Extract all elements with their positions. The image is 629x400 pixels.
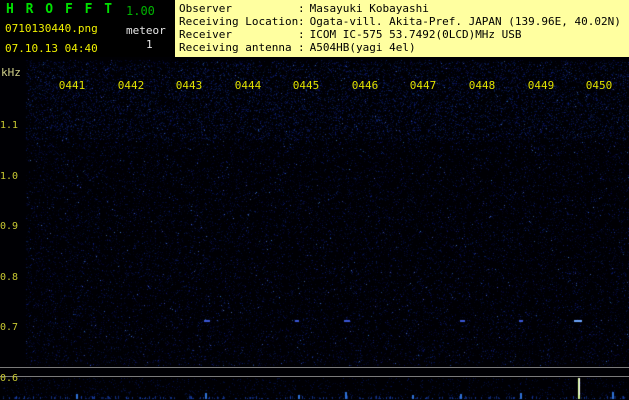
info-value: Ogata-vill. Akita-Pref. JAPAN (139.96E, … — [310, 15, 621, 28]
y-tick-label: 1.1 — [0, 120, 18, 131]
info-value: ICOM IC-575 53.7492(0LCD)MHz USB — [310, 28, 522, 41]
x-tick-label: 0441 — [54, 79, 90, 92]
info-colon: : — [298, 15, 305, 28]
output-filename: 0710130440.png — [5, 22, 98, 35]
info-label: Observer — [179, 2, 298, 15]
app-title: H R O F F T — [6, 2, 114, 17]
x-tick-label: 0446 — [347, 79, 383, 92]
separator-line-upper — [0, 367, 629, 368]
info-label: Receiver — [179, 28, 298, 41]
meteor-mode-label: meteor — [126, 24, 166, 37]
info-label: Receiving Location — [179, 15, 298, 28]
x-tick-label: 0444 — [230, 79, 266, 92]
info-colon: : — [298, 2, 305, 15]
info-value: A504HB(yagi 4el) — [310, 41, 416, 54]
header-info-panel: Observer: Masayuki Kobayashi Receiving Lo… — [175, 0, 629, 57]
y-tick-label: 0.9 — [0, 221, 18, 232]
info-row-receiver: Receiver: ICOM IC-575 53.7492(0LCD)MHz US… — [175, 28, 629, 41]
y-tick-label: 0.6 — [0, 373, 18, 384]
x-tick-label: 0450 — [581, 79, 617, 92]
x-tick-label: 0445 — [288, 79, 324, 92]
info-colon: : — [298, 41, 305, 54]
app-version: 1.00 — [126, 4, 155, 18]
x-tick-label: 0448 — [464, 79, 500, 92]
x-tick-label: 0442 — [113, 79, 149, 92]
info-row-location: Receiving Location: Ogata-vill. Akita-Pre… — [175, 15, 629, 28]
info-row-observer: Observer: Masayuki Kobayashi — [175, 2, 629, 15]
y-tick-label: 0.8 — [0, 272, 18, 283]
x-tick-label: 0443 — [171, 79, 207, 92]
y-axis-unit-label: kHz — [1, 66, 21, 79]
x-tick-label: 0447 — [405, 79, 441, 92]
info-colon: : — [298, 28, 305, 41]
header-left: H R O F F T 1.00 0710130440.png meteor 0… — [0, 0, 175, 57]
info-label: Receiving antenna — [179, 41, 298, 54]
spectrogram-canvas — [0, 0, 629, 400]
meteor-count: 1 — [146, 38, 153, 51]
x-tick-label: 0449 — [523, 79, 559, 92]
info-value: Masayuki Kobayashi — [310, 2, 429, 15]
hrofft-output: H R O F F T 1.00 0710130440.png meteor 0… — [0, 0, 629, 400]
y-tick-label: 1.0 — [0, 171, 18, 182]
y-tick-label: 0.7 — [0, 322, 18, 333]
separator-line-lower — [0, 376, 629, 377]
info-row-antenna: Receiving antenna: A504HB(yagi 4el) — [175, 41, 629, 54]
observation-timestamp: 07.10.13 04:40 — [5, 42, 98, 55]
